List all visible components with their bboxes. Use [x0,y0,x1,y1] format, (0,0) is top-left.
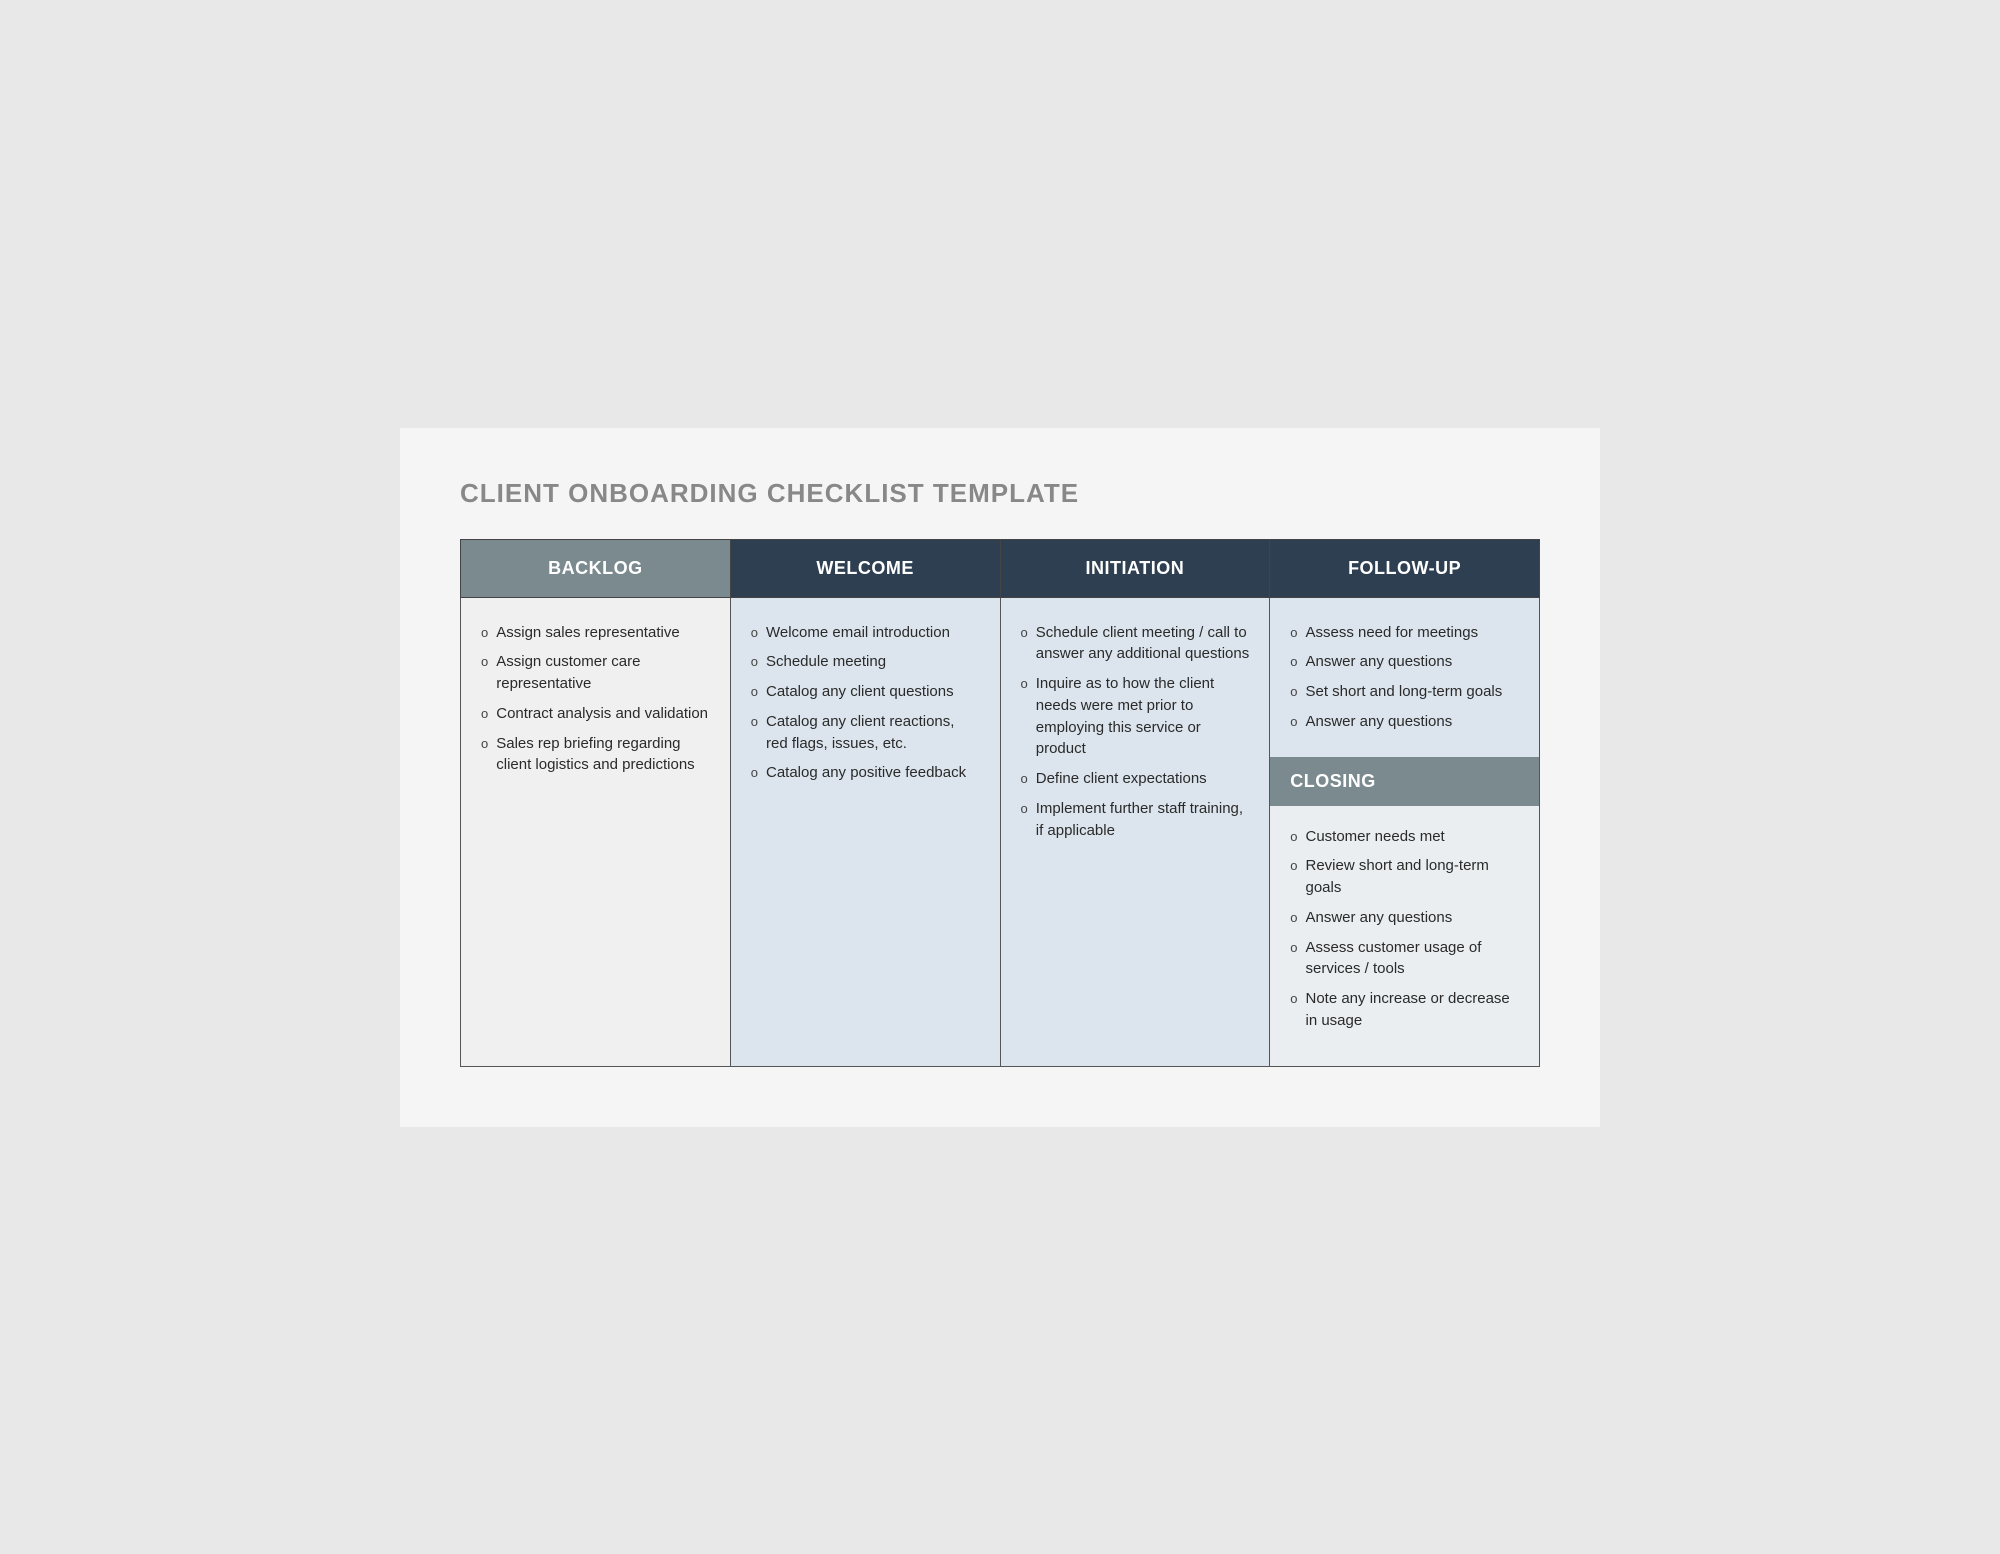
list-item: o Inquire as to how the client needs were… [1021,669,1250,764]
bullet-icon: o [1021,675,1028,694]
list-item: o Sales rep briefing regarding client log… [481,729,710,781]
bullet-icon: o [1290,683,1297,702]
list-item: o Set short and long-term goals [1290,677,1519,707]
list-item: o Assign sales representative [481,618,710,648]
list-item: o Answer any questions [1290,647,1519,677]
follow-up-top: o Assess need for meetings o Answer any que… [1270,598,1539,757]
follow-up-list: o Assess need for meetings o Answer any que… [1290,618,1519,737]
item-text: Catalog any client reactions, red flags,… [766,711,980,755]
item-text: Assign sales representative [496,622,710,644]
list-item: o Assign customer care representative [481,647,710,699]
bullet-icon: o [481,624,488,643]
page-container: CLIENT ONBOARDING CHECKLIST TEMPLATE BAC… [400,428,1600,1127]
bullet-icon: o [1290,939,1297,958]
list-item: o Schedule client meeting / call to answe… [1021,618,1250,670]
item-text: Answer any questions [1305,711,1519,733]
bullet-icon: o [751,683,758,702]
bullet-icon: o [1290,828,1297,847]
initiation-list: o Schedule client meeting / call to answe… [1021,618,1250,846]
closing-list: o Customer needs met o Review short and lon… [1290,822,1519,1036]
item-text: Schedule meeting [766,651,980,673]
list-item: o Catalog any client reactions, red flags… [751,707,980,759]
item-text: Answer any questions [1305,907,1519,929]
item-text: Welcome email introduction [766,622,980,644]
bullet-icon: o [1290,909,1297,928]
item-text: Schedule client meeting / call to answer… [1036,622,1250,666]
item-text: Review short and long-term goals [1305,855,1519,899]
bullet-icon: o [1021,770,1028,789]
bullet-icon: o [481,735,488,754]
header-backlog: BACKLOG [461,539,731,597]
item-text: Inquire as to how the client needs were … [1036,673,1250,760]
item-text: Assign customer care representative [496,651,710,695]
list-item: o Catalog any client questions [751,677,980,707]
item-text: Answer any questions [1305,651,1519,673]
bullet-icon: o [1290,653,1297,672]
item-text: Contract analysis and validation [496,703,710,725]
list-item: o Contract analysis and validation [481,699,710,729]
item-text: Catalog any positive feedback [766,762,980,784]
list-item: o Schedule meeting [751,647,980,677]
bullet-icon: o [1021,800,1028,819]
list-item: o Assess customer usage of services / too… [1290,933,1519,985]
item-text: Define client expectations [1036,768,1250,790]
bullet-icon: o [751,624,758,643]
welcome-body: o Welcome email introduction o Schedule mee… [730,597,1000,1066]
list-item: o Assess need for meetings [1290,618,1519,648]
checklist-table: BACKLOG WELCOME INITIATION FOLLOW-UP o As… [460,539,1540,1067]
closing-header: CLOSING [1270,757,1539,806]
item-text: Catalog any client questions [766,681,980,703]
list-item: o Catalog any positive feedback [751,758,980,788]
bullet-icon: o [481,705,488,724]
list-item: o Define client expectations [1021,764,1250,794]
follow-up-closing-body: o Assess need for meetings o Answer any que… [1270,597,1540,1066]
list-item: o Implement further staff training, if ap… [1021,794,1250,846]
list-item: o Review short and long-term goals [1290,851,1519,903]
bullet-icon: o [1290,990,1297,1009]
bullet-icon: o [1290,857,1297,876]
bullet-icon: o [1290,713,1297,732]
header-follow-up: FOLLOW-UP [1270,539,1540,597]
bullet-icon: o [751,653,758,672]
backlog-list: o Assign sales representative o Assign cust… [481,618,710,781]
welcome-list: o Welcome email introduction o Schedule mee… [751,618,980,789]
item-text: Set short and long-term goals [1305,681,1519,703]
page-title: CLIENT ONBOARDING CHECKLIST TEMPLATE [460,478,1540,509]
list-item: o Answer any questions [1290,707,1519,737]
header-welcome: WELCOME [730,539,1000,597]
item-text: Customer needs met [1305,826,1519,848]
closing-body: o Customer needs met o Review short and lon… [1270,806,1539,1066]
bullet-icon: o [751,764,758,783]
list-item: o Note any increase or decrease in usage [1290,984,1519,1036]
bullet-icon: o [481,653,488,672]
bullet-icon: o [1290,624,1297,643]
item-text: Assess customer usage of services / tool… [1305,937,1519,981]
item-text: Note any increase or decrease in usage [1305,988,1519,1032]
initiation-body: o Schedule client meeting / call to answe… [1000,597,1270,1066]
list-item: o Welcome email introduction [751,618,980,648]
list-item: o Answer any questions [1290,903,1519,933]
list-item: o Customer needs met [1290,822,1519,852]
item-text: Implement further staff training, if app… [1036,798,1250,842]
backlog-body: o Assign sales representative o Assign cust… [461,597,731,1066]
bullet-icon: o [751,713,758,732]
item-text: Sales rep briefing regarding client logi… [496,733,710,777]
item-text: Assess need for meetings [1305,622,1519,644]
header-initiation: INITIATION [1000,539,1270,597]
bullet-icon: o [1021,624,1028,643]
